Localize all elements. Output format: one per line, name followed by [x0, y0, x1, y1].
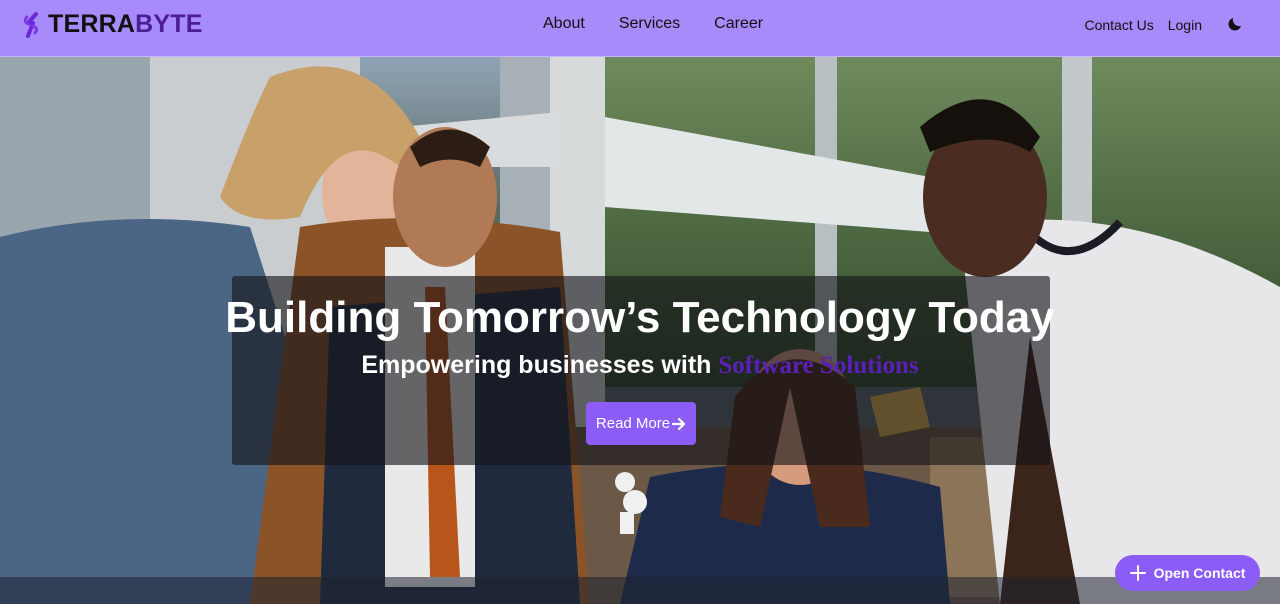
read-more-label: Read More [595, 415, 671, 432]
contact-us-link[interactable]: Contact Us [1084, 17, 1153, 33]
site-header: TERRABYTE About Services Career Contact … [0, 0, 1280, 57]
open-contact-button[interactable]: Open Contact [1115, 555, 1260, 591]
header-actions: Contact Us Login [1084, 15, 1244, 33]
main-nav: About Services Career [543, 15, 763, 33]
hero-subline-accent: Software Solutions [718, 352, 919, 379]
read-more-button[interactable]: Read More [586, 402, 696, 445]
nav-link-about[interactable]: About [543, 15, 585, 33]
arrow-right-icon [672, 417, 686, 430]
hero-subline-lead: Empowering businesses with [361, 351, 712, 379]
brand-name-part2: BYTE [135, 10, 203, 38]
brand-name: TERRABYTE [48, 10, 203, 39]
brand-name-part1: TERRA [48, 10, 136, 38]
bolt-s-icon [23, 11, 39, 38]
hero-headline: Building Tomorrow’s Technology Today [225, 293, 1055, 342]
open-contact-label: Open Contact [1153, 565, 1246, 581]
hero-subline: Empowering businesses with Software Solu… [0, 351, 1280, 380]
nav-link-career[interactable]: Career [714, 15, 763, 33]
brand-logo[interactable]: TERRABYTE [22, 10, 203, 39]
moon-icon[interactable] [1226, 15, 1244, 33]
hero-section: Building Tomorrow’s Technology Today Emp… [0, 57, 1280, 604]
plus-icon [1129, 565, 1146, 581]
login-link[interactable]: Login [1168, 17, 1202, 33]
nav-link-services[interactable]: Services [619, 15, 680, 33]
